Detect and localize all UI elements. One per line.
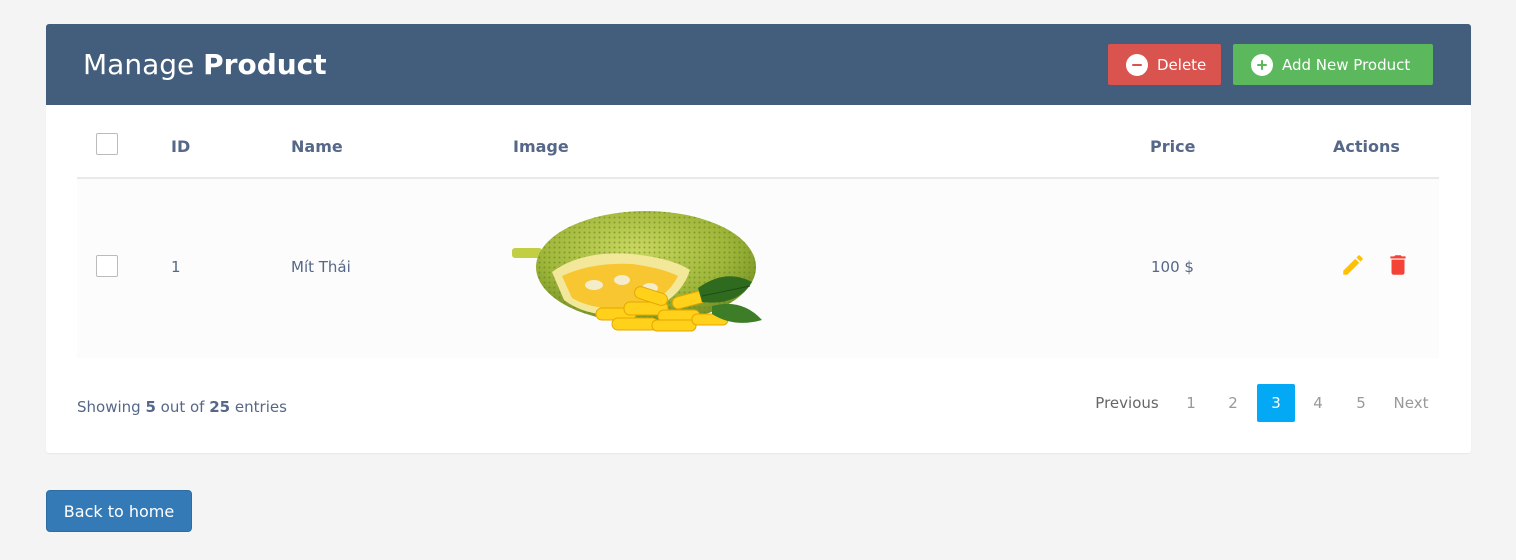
- showing-prefix: Showing: [77, 398, 141, 416]
- plus-circle-icon: [1251, 53, 1273, 76]
- entries-text: entries: [234, 398, 287, 416]
- edit-pencil-icon[interactable]: [1340, 252, 1366, 278]
- out-of-text: out of: [160, 398, 205, 416]
- column-header-price: Price: [1150, 137, 1196, 156]
- pagination-page-1[interactable]: 1: [1172, 384, 1210, 422]
- product-image-jackfruit: [512, 211, 762, 332]
- add-new-product-button[interactable]: Add New Product: [1233, 44, 1433, 85]
- card-header: Manage Product Delete Add New Product: [46, 24, 1471, 105]
- pagination-page-4[interactable]: 4: [1299, 384, 1337, 422]
- row-id: 1: [171, 258, 181, 276]
- shown-count: 5: [145, 398, 156, 416]
- column-header-name: Name: [291, 137, 343, 156]
- delete-trash-icon[interactable]: [1385, 252, 1411, 278]
- back-to-home-button[interactable]: Back to home: [46, 490, 192, 532]
- entries-summary: Showing 5 out of 25 entries: [77, 398, 287, 416]
- pagination-previous[interactable]: Previous: [1089, 384, 1165, 422]
- pagination-page-3-active[interactable]: 3: [1257, 384, 1295, 422]
- column-header-actions: Actions: [1333, 137, 1400, 156]
- column-header-id: ID: [171, 137, 191, 156]
- column-header-image: Image: [513, 137, 569, 156]
- delete-button-label: Delete: [1157, 55, 1207, 74]
- total-count: 25: [209, 398, 231, 416]
- row-price: 100 $: [1151, 258, 1194, 276]
- pagination-page-5[interactable]: 5: [1342, 384, 1380, 422]
- add-button-label: Add New Product: [1282, 55, 1411, 74]
- delete-button[interactable]: Delete: [1108, 44, 1221, 85]
- product-card: Manage Product Delete Add New Product ID…: [46, 24, 1471, 453]
- row-checkbox[interactable]: [96, 255, 118, 277]
- page-title: Manage Product: [83, 48, 327, 82]
- pagination-next[interactable]: Next: [1386, 384, 1436, 422]
- row-name: Mít Thái: [291, 258, 351, 276]
- title-bold: Product: [203, 48, 327, 81]
- minus-circle-icon: [1126, 53, 1148, 76]
- title-light: Manage: [83, 48, 195, 81]
- select-all-checkbox[interactable]: [96, 133, 118, 155]
- pagination-page-2[interactable]: 2: [1214, 384, 1252, 422]
